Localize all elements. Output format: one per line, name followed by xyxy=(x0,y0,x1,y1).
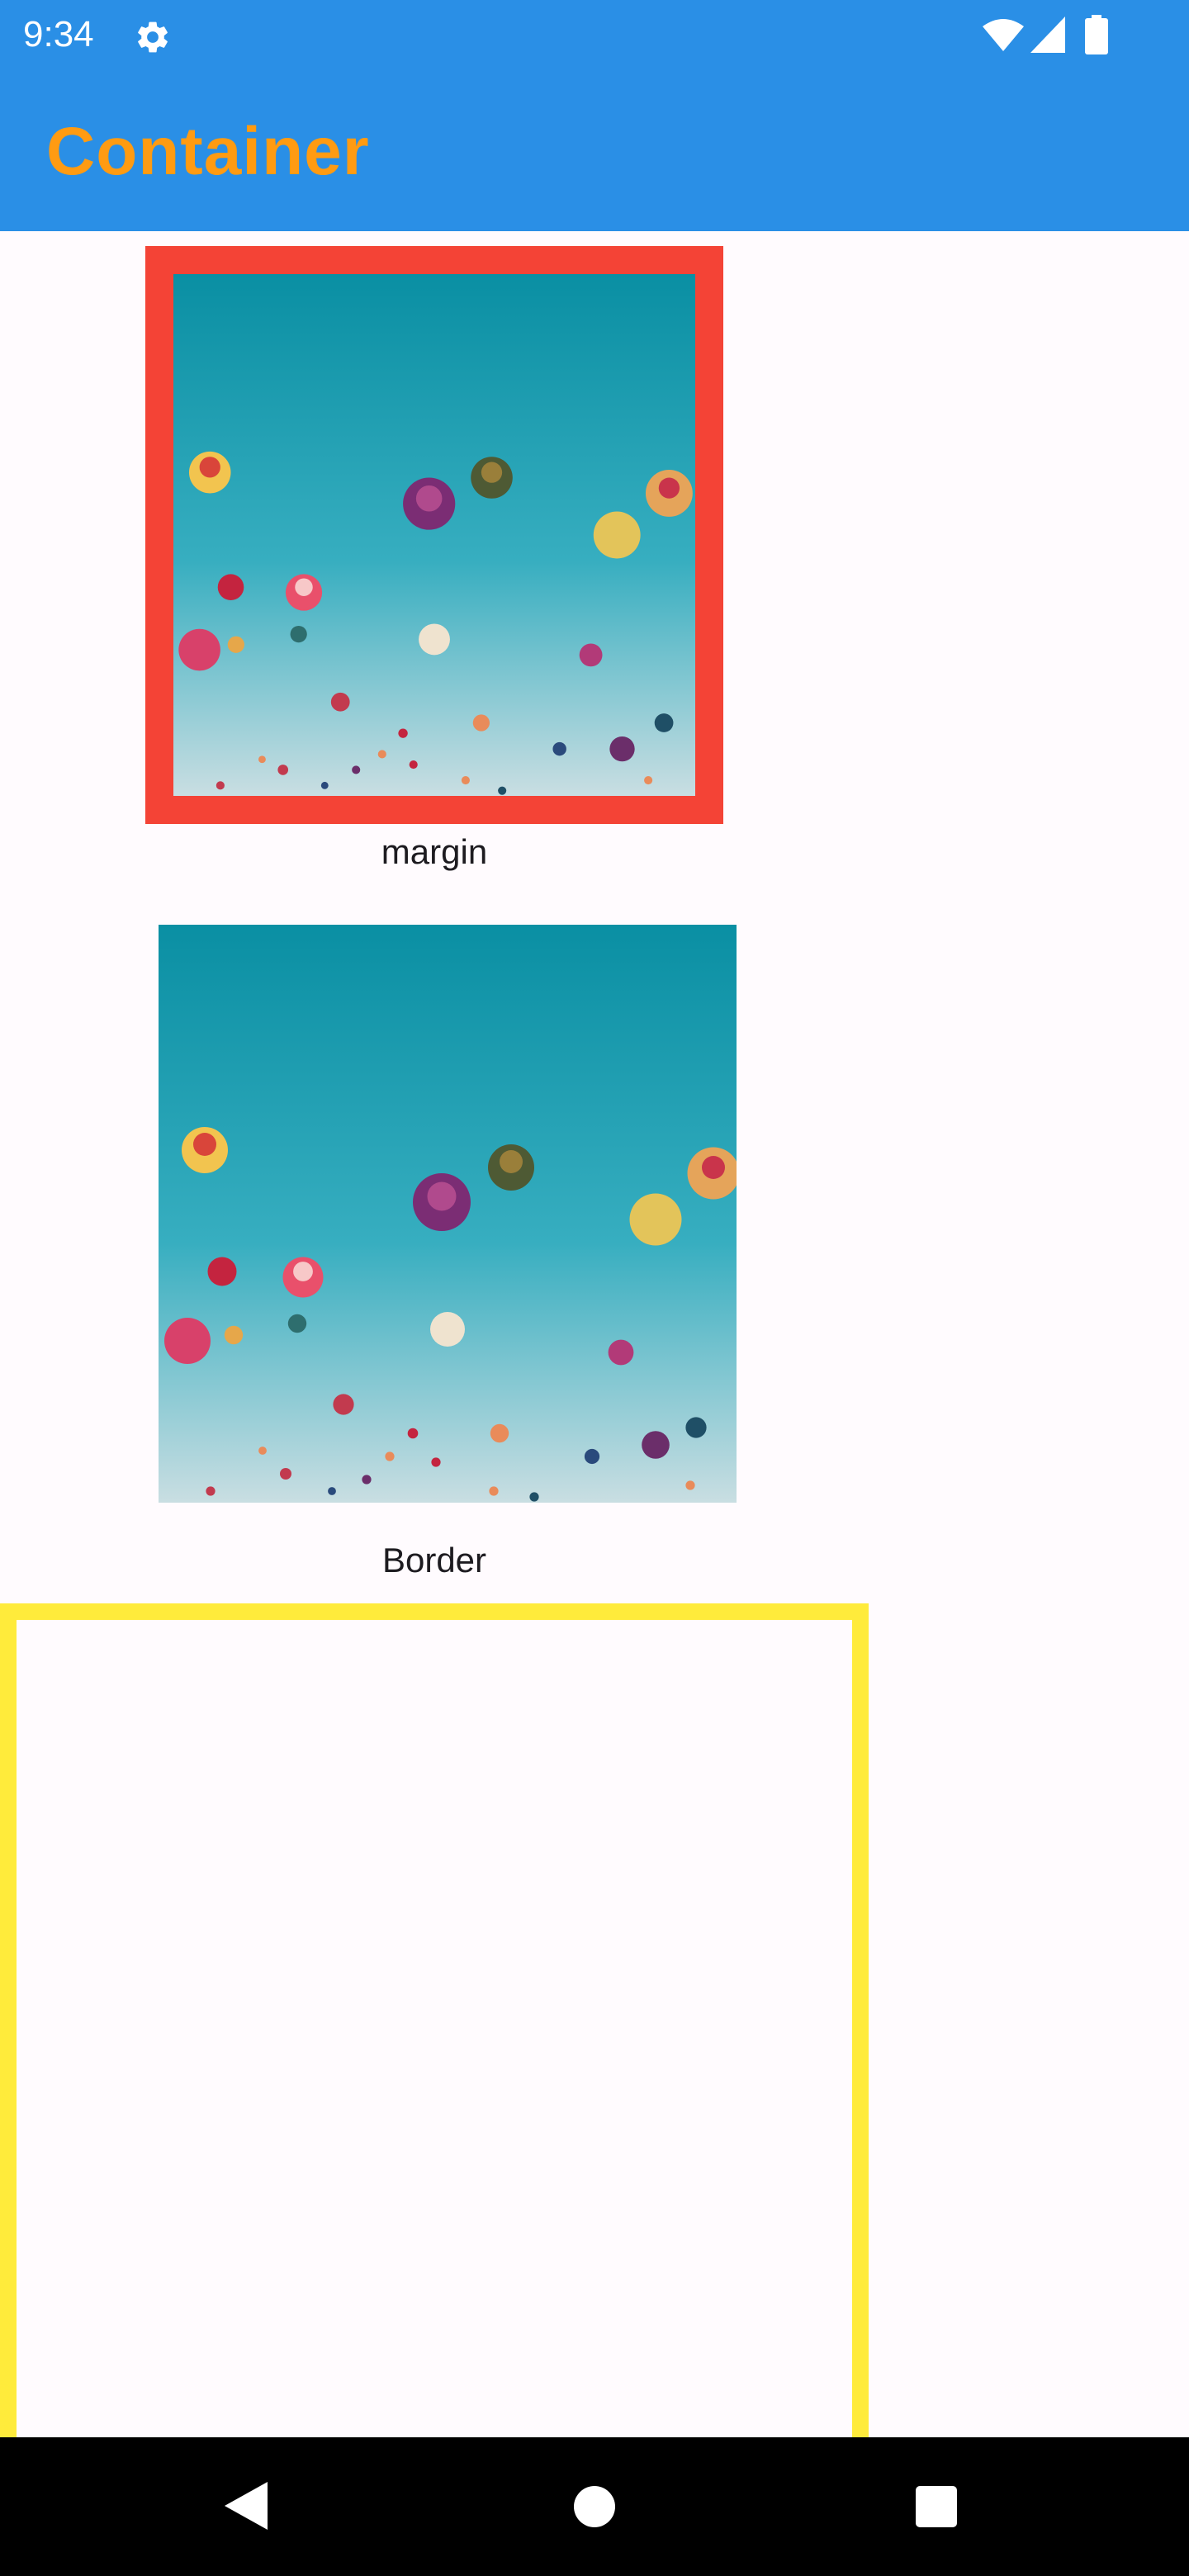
balloons-image xyxy=(159,925,737,1503)
home-icon[interactable] xyxy=(573,2485,616,2528)
app-bar: Container xyxy=(0,69,1189,231)
status-time: 9:34 xyxy=(23,14,94,54)
battery-icon xyxy=(1085,15,1108,54)
margin-container xyxy=(145,246,723,824)
balloons-image xyxy=(173,274,695,796)
page-title: Container xyxy=(46,114,370,189)
wifi-icon xyxy=(983,19,1024,51)
border-caption: Border xyxy=(381,1541,487,1579)
navigation-bar xyxy=(0,2437,1189,2576)
status-bar: 9:34 xyxy=(0,0,1189,69)
border-image-container xyxy=(159,925,737,1503)
gear-icon xyxy=(138,21,168,53)
margin-caption: margin xyxy=(381,832,488,871)
signal-icon xyxy=(1030,17,1065,53)
back-icon[interactable] xyxy=(221,2479,271,2533)
recents-icon[interactable] xyxy=(915,2485,958,2528)
yellow-border-container xyxy=(0,1603,869,2437)
